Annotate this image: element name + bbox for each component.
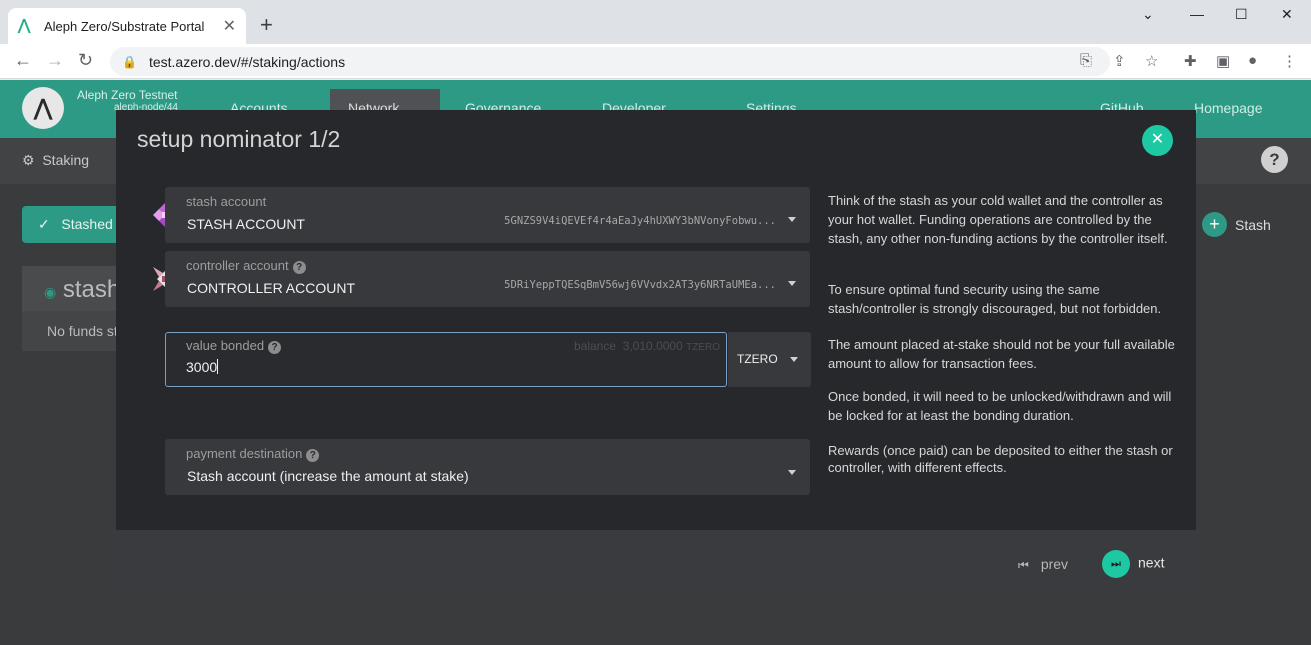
help-question-icon[interactable]: ? [268,341,282,354]
no-funds-row: No funds st [22,311,122,351]
balance-label: balance [573,339,617,353]
browser-tab-bar: ⋀ Aleph Zero/Substrate Portal ✕ + ⌄ — ☐ … [0,0,1311,44]
close-tab-icon[interactable]: ✕ [223,16,236,36]
stash-account-address: 5GNZS9V4iQEVEf4r4aEaJy4hUXWY3bNVonyFobwu… [504,215,776,227]
stash-card-title: stash [62,276,121,303]
chevron-down-icon [788,470,796,475]
help-bonding-text: Once bonded, it will need to be unlocked… [828,389,1172,423]
maximize-icon[interactable]: ☐ [1235,6,1248,23]
skip-forward-icon: ⏭ [1102,550,1130,578]
stashed-label: Stashed [61,216,113,232]
value-bonded-text: 3000 [186,359,219,375]
modal-close-button[interactable]: ✕ [1142,125,1173,156]
balance-value: 3,010 [622,339,653,353]
add-stash-button[interactable]: + Stash [1202,212,1271,237]
balance-unit: TZERO [686,342,720,353]
help-security-text: To ensure optimal fund security using th… [828,282,1162,316]
back-icon[interactable]: ← [14,50,32,71]
value-bonded-label-text: value bonded [186,338,265,353]
value-bonded-input[interactable]: value bonded? balance 3,010.0000 TZERO 3… [165,332,727,387]
tab-title: Aleph Zero/Substrate Portal [44,18,205,34]
lock-icon: 🔒 [122,54,137,69]
browser-tab[interactable]: ⋀ Aleph Zero/Substrate Portal ✕ [8,8,246,44]
stash-account-select[interactable]: stash account STASH ACCOUNT 5GNZS9V4iQEV… [165,187,810,243]
payment-destination-label-text: payment destination [186,446,303,461]
skip-back-icon: ⏮ [1018,558,1029,572]
sidebar-icon[interactable]: ▣ [1216,52,1230,70]
chevron-down-icon [790,357,798,362]
modal-title: setup nominator 1/2 [137,126,341,152]
section-staking[interactable]: ⚙ Staking [22,152,89,169]
aleph-logo-icon[interactable]: ⋀ [22,87,64,129]
new-tab-icon[interactable]: + [260,12,273,38]
help-question-icon[interactable]: ? [306,449,320,462]
help-stash-text: Think of the stash as your cold wallet a… [828,193,1168,246]
bookmark-star-icon[interactable]: ☆ [1145,52,1158,70]
aleph-favicon-icon: ⋀ [18,17,31,34]
extensions-icon[interactable]: ✚ [1184,52,1197,70]
homepage-link[interactable]: Homepage [1194,100,1263,116]
stash-card-header: ◉ stash [22,266,122,311]
setup-nominator-modal: setup nominator 1/2 ✕ stash account STAS… [116,110,1196,597]
chain-name: Aleph Zero Testnet [77,88,178,102]
controller-account-label-text: controller account [186,258,289,273]
prev-label: prev [1040,556,1069,572]
help-icon[interactable]: ? [1261,146,1288,173]
url-text: test.azero.dev/#/staking/actions [148,53,346,70]
payment-destination-label: payment destination? [186,446,320,462]
next-label: next [1138,554,1165,571]
plus-icon: + [1202,212,1227,237]
help-amount-text: The amount placed at-stake should not be… [828,337,1175,371]
help-rewards-text: Rewards (once paid) can be deposited to … [828,443,1173,475]
controller-account-name: CONTROLLER ACCOUNT [187,280,356,296]
reload-icon[interactable]: ↻ [78,50,93,71]
chevron-down-icon [788,217,796,222]
next-button[interactable]: ⏭ next [1102,550,1164,578]
share-icon[interactable]: ⇪ [1113,52,1126,70]
forward-icon[interactable]: → [46,50,64,71]
browser-toolbar: ← → ↻ 🔒 test.azero.dev/#/staking/actions… [0,44,1311,79]
controller-account-address: 5DRiYeppTQESqBmV56wj6VVvdx2AT3y6NRTaUMEa… [504,279,776,291]
menu-kebab-icon[interactable]: ⋮ [1282,52,1297,70]
section-label: Staking [42,152,90,168]
controller-account-label: controller account? [186,258,306,274]
minimize-icon[interactable]: — [1190,6,1204,22]
unit-select[interactable]: TZERO [728,332,811,387]
prev-button[interactable]: ⏮ prev [1018,556,1068,573]
stash-account-name: STASH ACCOUNT [187,216,305,232]
payment-destination-value: Stash account (increase the amount at st… [187,468,469,484]
stash-account-label: stash account [186,194,267,209]
close-window-icon[interactable]: ✕ [1281,6,1293,23]
value-bonded-label: value bonded? [186,338,282,354]
modal-footer: ⏮ prev ⏭ next [116,530,1196,597]
controller-account-select[interactable]: controller account? CONTROLLER ACCOUNT 5… [165,251,810,307]
value-bonded-value: 3000 [186,359,218,375]
payment-destination-select[interactable]: payment destination? Stash account (incr… [165,439,810,495]
help-question-icon[interactable]: ? [292,261,306,274]
stash-button-label: Stash [1235,217,1271,233]
profile-avatar-icon[interactable]: ● [1248,52,1257,69]
chevron-down-icon [788,281,796,286]
balance-readout: balance 3,010.0000 TZERO [574,339,720,353]
text-cursor [217,359,219,374]
unit-label: TZERO [737,352,778,366]
translate-icon[interactable]: ⎘ [1080,52,1092,69]
balance-decimals: .0000 [652,339,683,353]
tab-search-icon[interactable]: ⌄ [1142,6,1154,23]
stashed-tab[interactable]: ✓ Stashed [22,206,122,243]
address-bar[interactable]: 🔒 test.azero.dev/#/staking/actions [110,47,1110,76]
